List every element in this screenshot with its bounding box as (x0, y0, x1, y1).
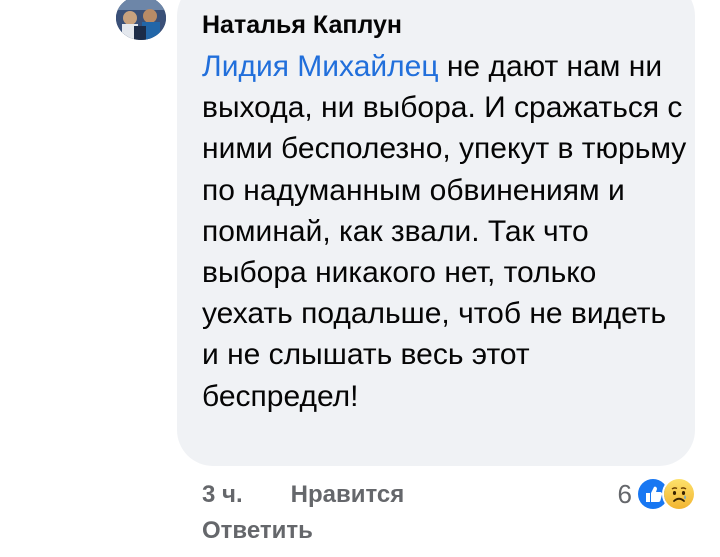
avatar[interactable] (116, 0, 166, 40)
comment-body: Лидия Михайлец не дают нам ни выхода, ни… (202, 46, 688, 417)
comment-text: не дают нам ни выхода, ни выбора. И сраж… (202, 50, 687, 413)
like-button[interactable]: Нравится (291, 481, 405, 509)
reaction-count: 6 (617, 479, 632, 509)
comment-thread: Наталья Каплун Лидия Михайлец не дают на… (0, 0, 720, 557)
timestamp[interactable]: 3 ч. (202, 481, 243, 509)
comment-author[interactable]: Наталья Каплун (202, 10, 402, 40)
reactions-summary[interactable]: 6 (618, 476, 696, 512)
reply-button[interactable]: Ответить (202, 514, 313, 548)
sad-icon (662, 477, 696, 511)
comment-actions: 3 ч. Нравится (202, 478, 404, 512)
mention-link[interactable]: Лидия Михайлец (202, 50, 439, 83)
avatar-photo (116, 0, 166, 40)
